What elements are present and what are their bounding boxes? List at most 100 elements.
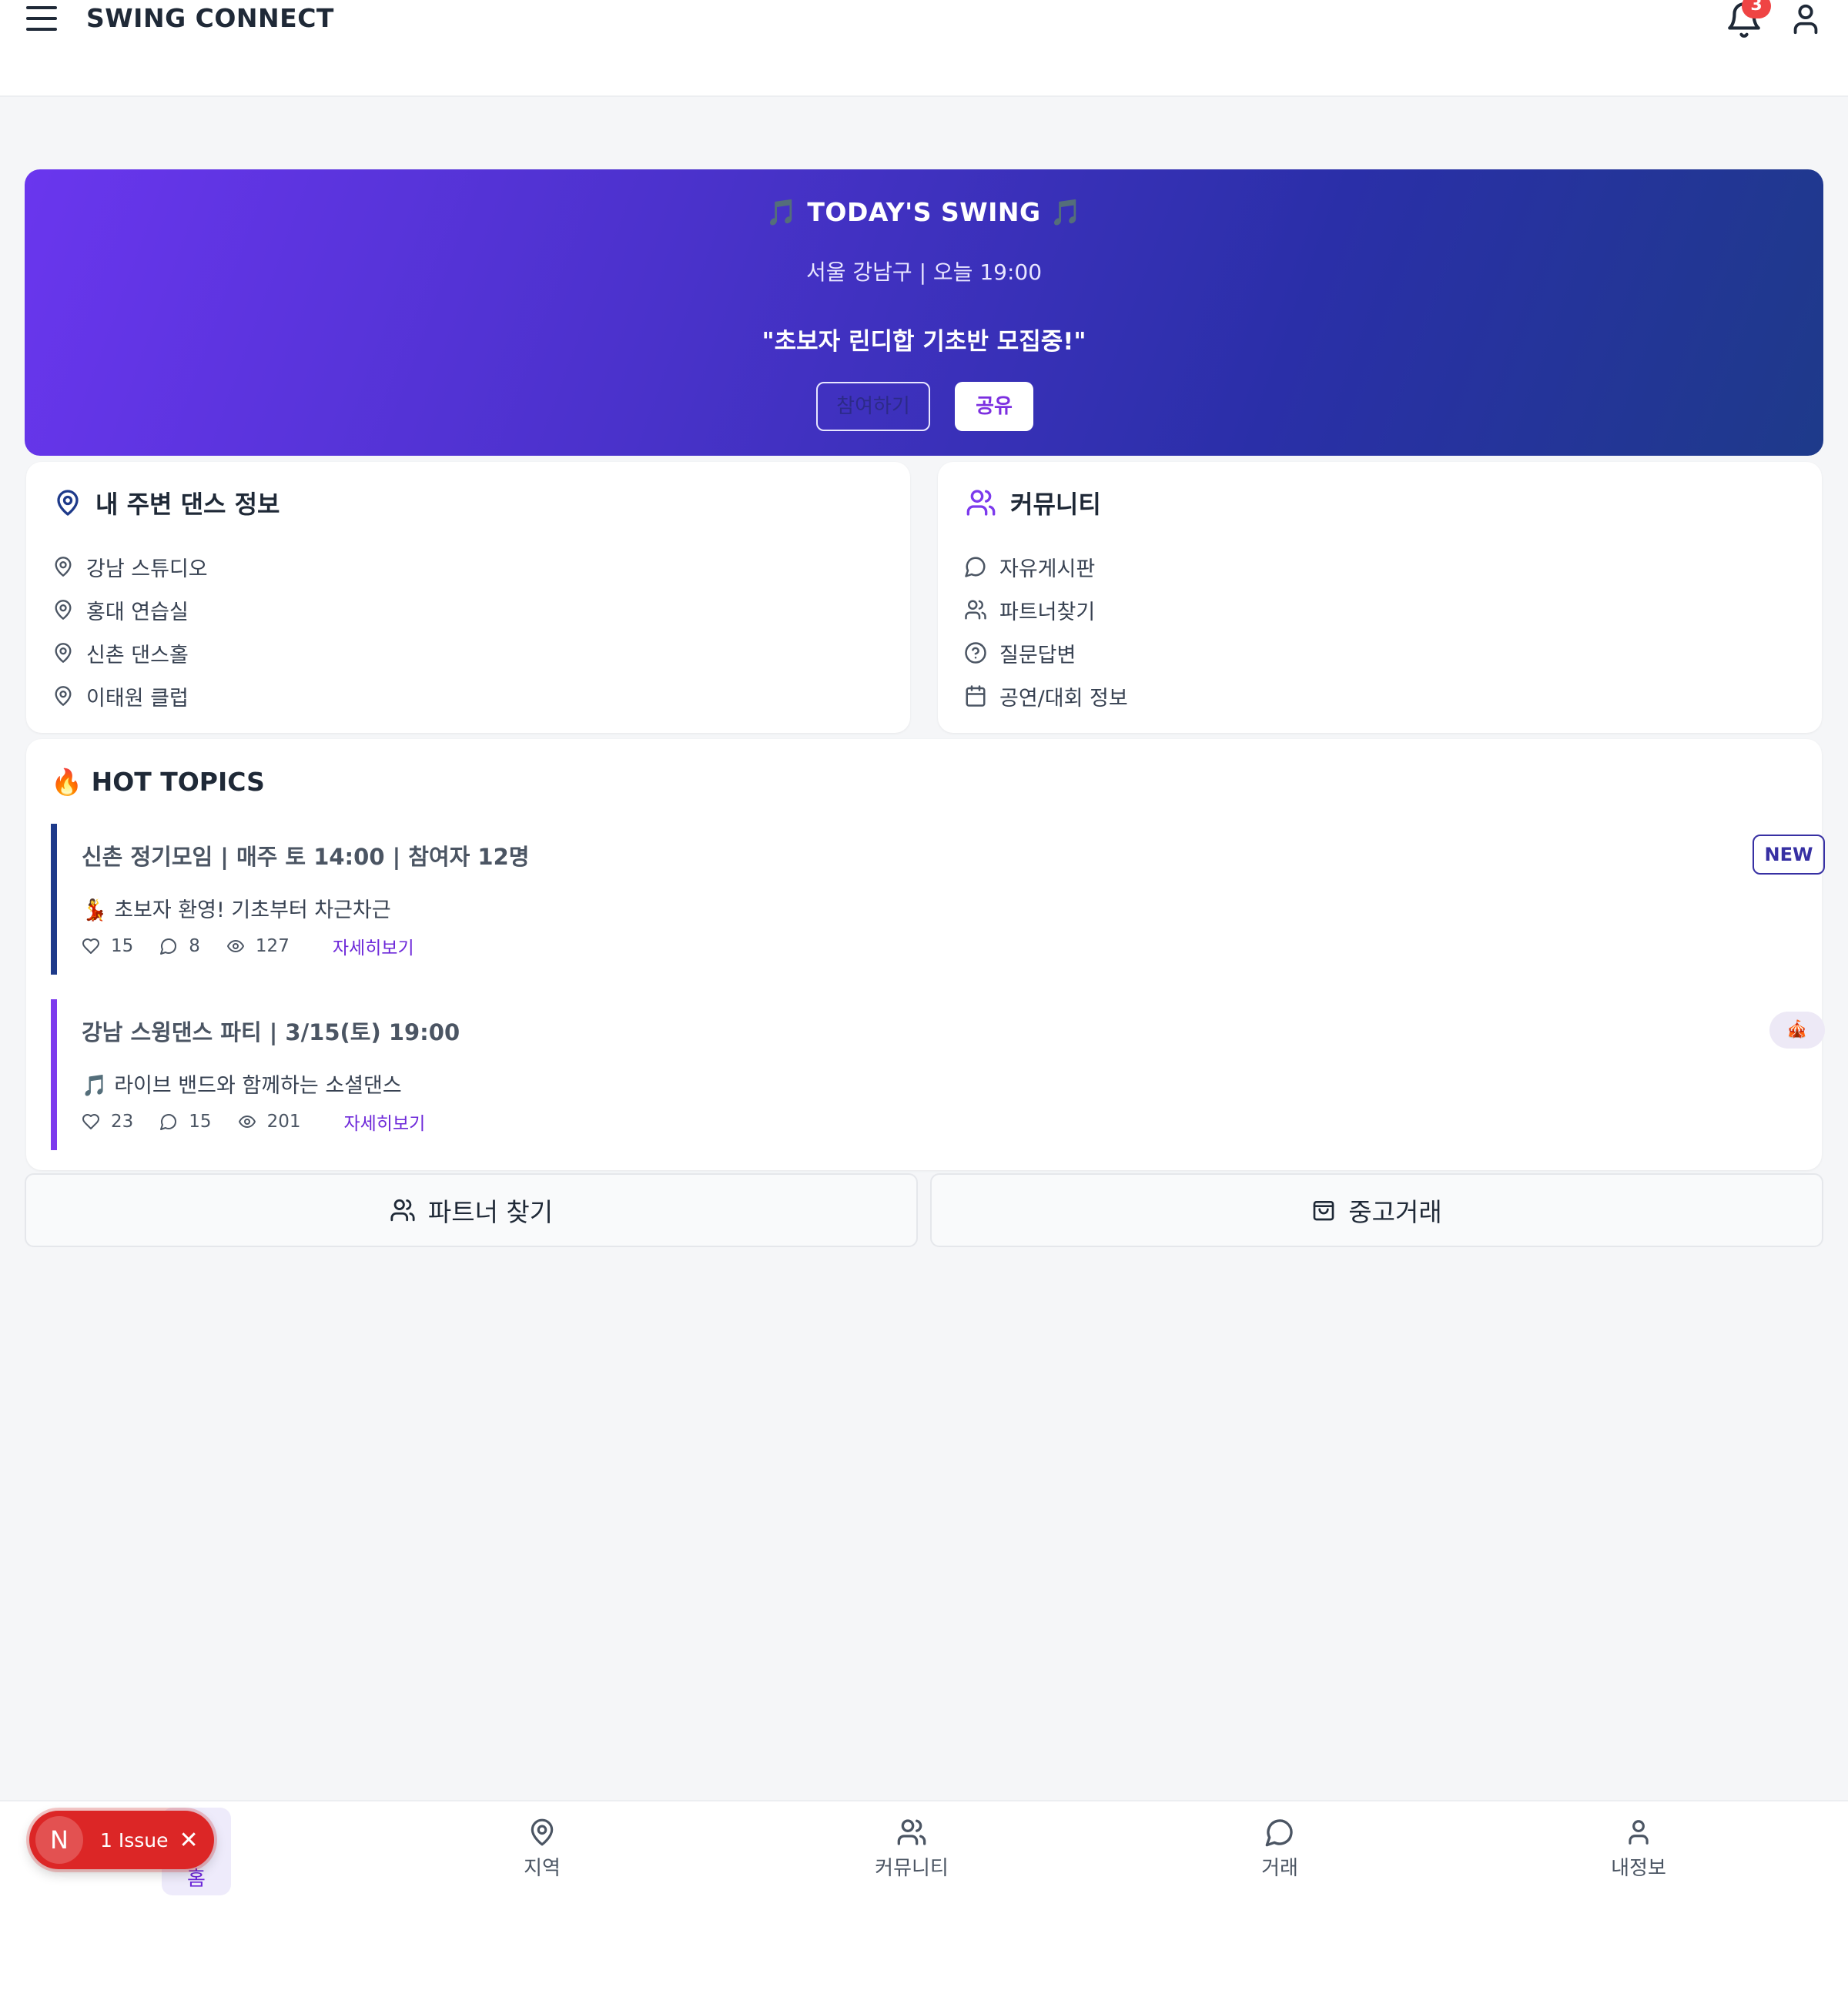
nearby-item[interactable]: 홍대 연습실 <box>52 588 208 631</box>
map-pin-icon <box>55 600 72 620</box>
nav-trade-label: 거래 <box>1261 1857 1298 1880</box>
users-icon <box>897 1819 926 1845</box>
user-profile-icon[interactable] <box>1788 0 1823 38</box>
community-item-label: 자유게시판 <box>999 557 1096 581</box>
shopping-bag-icon <box>1313 1201 1334 1221</box>
views-count: 201 <box>266 1112 301 1132</box>
heart-icon <box>82 938 99 954</box>
topic-description: 🎵 라이브 밴드와 함께하는 소셜댄스 <box>82 1074 402 1098</box>
nearby-title-text: 내 주변 댄스 정보 <box>95 490 280 519</box>
map-pin-icon <box>55 686 72 706</box>
users-icon <box>390 1199 415 1222</box>
hot-topics-card: 🔥 HOT TOPICS 신촌 정기모임 | 매주 토 14:00 | 참여자 … <box>26 739 1825 1170</box>
topic-headline: 신촌 정기모임 | 매주 토 14:00 | 참여자 12명 <box>82 844 530 870</box>
heart-icon <box>82 1114 99 1129</box>
views-stat: 201 <box>238 1112 301 1132</box>
nav-community-label: 커뮤니티 <box>875 1857 949 1880</box>
circus-tent-badge: 🎪 <box>1769 1012 1825 1049</box>
topic-description: 💃 초보자 환영! 기초부터 차근차근 <box>82 898 391 922</box>
community-card-title: 커뮤니티 <box>966 485 1101 520</box>
comments-count: 8 <box>189 936 200 956</box>
nav-item-profile[interactable]: 내정보 <box>1569 1817 1708 1881</box>
community-item-qna[interactable]: 질문답변 <box>964 631 1128 674</box>
close-icon[interactable]: ✕ <box>179 1827 199 1854</box>
comments-stat: 8 <box>159 936 200 956</box>
find-partner-button[interactable]: 파트너 찾기 <box>25 1173 918 1247</box>
map-pin-icon <box>531 1818 554 1846</box>
nearby-card-title: 내 주변 댄스 정보 <box>54 485 280 520</box>
community-card: 커뮤니티 자유게시판 파트너찾기 질문답변 공연/대회 정보 <box>938 462 1822 733</box>
nav-item-region[interactable]: 지역 <box>473 1817 611 1881</box>
nearby-item[interactable]: 이태원 클럽 <box>52 674 208 718</box>
community-item-events[interactable]: 공연/대회 정보 <box>964 674 1128 718</box>
likes-stat: 23 <box>82 1112 133 1132</box>
comments-stat: 15 <box>159 1112 212 1132</box>
community-item-partner[interactable]: 파트너찾기 <box>964 588 1128 631</box>
topic-stats: 15 8 127 자세히보기 <box>82 933 414 959</box>
likes-stat: 15 <box>82 936 133 956</box>
hamburger-menu-icon[interactable] <box>26 5 60 32</box>
views-count: 127 <box>255 936 290 956</box>
nearby-item-label: 강남 스튜디오 <box>86 557 208 581</box>
community-item-label: 공연/대회 정보 <box>999 686 1128 711</box>
community-title-text: 커뮤니티 <box>1010 490 1101 519</box>
brand-title: SWING CONNECT <box>86 3 334 33</box>
users-icon <box>965 600 986 620</box>
hero-quote: "초보자 린디합 기초반 모집중!" <box>762 328 1086 356</box>
nearby-dance-card: 내 주변 댄스 정보 강남 스튜디오 홍대 연습실 신촌 댄스홀 이태원 클럽 <box>26 462 910 733</box>
community-item-label: 질문답변 <box>999 643 1076 667</box>
user-icon <box>1629 1820 1649 1845</box>
chat-icon <box>965 557 986 577</box>
nearby-item[interactable]: 강남 스튜디오 <box>52 545 208 588</box>
likes-count: 15 <box>111 936 134 956</box>
users-icon <box>966 490 996 516</box>
secondhand-market-label: 중고거래 <box>1348 1197 1442 1227</box>
community-list: 자유게시판 파트너찾기 질문답변 공연/대회 정보 <box>964 545 1128 718</box>
hot-topics-title: 🔥 HOT TOPICS <box>51 767 265 797</box>
view-details-link[interactable]: 자세히보기 <box>343 1109 425 1135</box>
topic-item[interactable]: 신촌 정기모임 | 매주 토 14:00 | 참여자 12명 💃 초보자 환영!… <box>51 824 1825 975</box>
nearby-item-label: 이태원 클럽 <box>86 686 189 711</box>
eye-icon <box>238 1116 256 1128</box>
comment-icon <box>160 1114 177 1130</box>
comment-icon <box>160 938 177 955</box>
issue-label: 1 Issue <box>100 1828 169 1851</box>
nav-region-label: 지역 <box>524 1857 561 1880</box>
likes-count: 23 <box>111 1112 134 1132</box>
topic-stats: 23 15 201 자세히보기 <box>82 1109 425 1135</box>
hero-title: 🎵 TODAY'S SWING 🎵 <box>765 197 1083 227</box>
community-item-label: 파트너찾기 <box>999 600 1096 624</box>
map-pin-icon <box>57 490 79 516</box>
map-pin-icon <box>55 643 72 663</box>
community-item-free-board[interactable]: 자유게시판 <box>964 545 1128 588</box>
find-partner-label: 파트너 찾기 <box>427 1197 554 1227</box>
topic-item[interactable]: 강남 스윙댄스 파티 | 3/15(토) 19:00 🎵 라이브 밴드와 함께하… <box>51 999 1825 1150</box>
share-button[interactable]: 공유 <box>955 382 1033 431</box>
nav-item-trade[interactable]: 거래 <box>1210 1817 1349 1881</box>
map-pin-icon <box>55 557 72 577</box>
topic-accent-bar <box>51 999 57 1150</box>
nearby-item-label: 홍대 연습실 <box>86 600 189 624</box>
bottom-navigation: 홈 지역 커뮤니티 거래 내정보 <box>0 1800 1848 1997</box>
comments-count: 15 <box>189 1112 212 1132</box>
topic-accent-bar <box>51 824 57 975</box>
eye-icon <box>226 940 244 952</box>
calendar-icon <box>966 685 986 707</box>
new-badge: NEW <box>1753 835 1825 875</box>
topic-headline: 강남 스윙댄스 파티 | 3/15(토) 19:00 <box>82 1019 460 1045</box>
join-button[interactable]: 참여하기 <box>816 382 930 431</box>
notification-count-badge: 3 <box>1742 0 1771 18</box>
hero-location-time: 서울 강남구 | 오늘 19:00 <box>805 259 1043 285</box>
question-icon <box>965 642 986 664</box>
view-details-link[interactable]: 자세히보기 <box>333 933 414 959</box>
issue-avatar: N <box>35 1816 83 1864</box>
nav-item-community[interactable]: 커뮤니티 <box>842 1817 981 1881</box>
nearby-item-label: 신촌 댄스홀 <box>86 643 189 667</box>
nearby-item[interactable]: 신촌 댄스홀 <box>52 631 208 674</box>
issue-toast[interactable]: N 1 Issue ✕ <box>29 1811 214 1869</box>
nearby-list: 강남 스튜디오 홍대 연습실 신촌 댄스홀 이태원 클럽 <box>52 545 208 718</box>
app-header: SWING CONNECT 3 <box>0 0 1848 97</box>
todays-swing-banner: 🎵 TODAY'S SWING 🎵 서울 강남구 | 오늘 19:00 "초보자… <box>25 169 1823 456</box>
secondhand-market-button[interactable]: 중고거래 <box>930 1173 1823 1247</box>
chat-icon <box>1265 1819 1293 1847</box>
